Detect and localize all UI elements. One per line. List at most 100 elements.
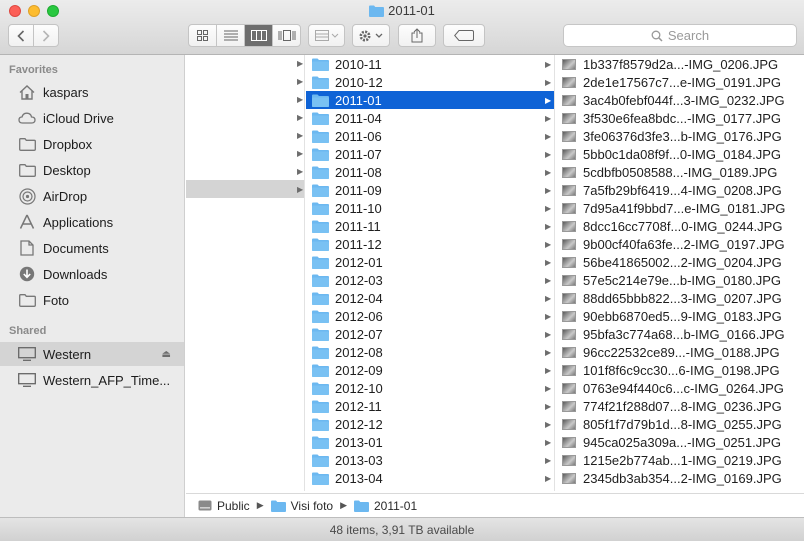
chevron-right-icon [42,29,50,42]
folder-row[interactable]: 2012-12 ▶ [306,415,554,433]
icon-view-button[interactable] [189,25,216,46]
sidebar-item-label: AirDrop [43,188,88,204]
file-row[interactable]: 7a5fb29bf6419...4-IMG_0208.JPG [556,181,804,199]
sidebar-item-kaspars[interactable]: kaspars [0,80,184,104]
status-bar: 48 items, 3,91 TB available [0,517,804,541]
folder-row[interactable]: 2012-04 ▶ [306,289,554,307]
chevron-right-icon: ▶ [545,329,552,339]
path-segment-2011-01[interactable]: 2011-01 [354,499,417,513]
folder-row[interactable]: 2012-08 ▶ [306,343,554,361]
file-row[interactable]: 774f21f288d07...8-IMG_0236.JPG [556,397,804,415]
share-button[interactable] [398,24,436,47]
file-row[interactable]: 3ac4b0febf044f...3-IMG_0232.JPG [556,91,804,109]
file-row[interactable]: 3f530e6fea8bdc...-IMG_0177.JPG [556,109,804,127]
file-row[interactable]: 56be41865002...2-IMG_0204.JPG [556,253,804,271]
folder-row[interactable]: 2011-06 ▶ [306,127,554,145]
sidebar-item-applications[interactable]: Applications [0,210,184,234]
selected-parent-row[interactable] [186,180,304,198]
chevron-right-icon: ▶ [297,149,304,158]
chevron-right-icon: ▶ [545,401,552,411]
file-row[interactable]: 0763e94f440c6...c-IMG_0264.JPG [556,379,804,397]
sidebar-item-label: Western [43,346,92,362]
back-button[interactable] [9,25,33,46]
file-row[interactable]: 3fe06376d3fe3...b-IMG_0176.JPG [556,127,804,145]
chevron-right-icon: ▶ [545,113,552,123]
path-segment-visi-foto[interactable]: Visi foto [270,498,334,513]
file-row[interactable]: 945ca025a309a...-IMG_0251.JPG [556,433,804,451]
file-row[interactable]: 2345db3ab354...2-IMG_0169.JPG [556,469,804,487]
folder-row[interactable]: 2013-03 ▶ [306,451,554,469]
file-row[interactable]: 96cc22532ce89...-IMG_0188.JPG [556,343,804,361]
folder-row[interactable]: 2012-11 ▶ [306,397,554,415]
folder-row[interactable]: 2011-07 ▶ [306,145,554,163]
file-row[interactable]: 1215e2b774ab...1-IMG_0219.JPG [556,451,804,469]
file-row[interactable]: 88dd65bbb822...3-IMG_0207.JPG [556,289,804,307]
sidebar-item-downloads[interactable]: Downloads [0,262,184,286]
chevron-right-icon: ▶ [297,59,304,68]
folder-row[interactable]: 2011-04 ▶ [306,109,554,127]
folder-row[interactable]: 2013-01 ▶ [306,433,554,451]
folder-row[interactable]: 2011-08 ▶ [306,163,554,181]
folder-name: 2012-06 [335,308,383,324]
image-thumbnail-icon [562,58,576,70]
file-row[interactable]: 7d95a41f9bbd7...e-IMG_0181.JPG [556,199,804,217]
folder-name: 2011-08 [335,164,382,180]
sidebar-item-foto[interactable]: Foto [0,288,184,312]
file-row[interactable]: 2de1e17567c7...e-IMG_0191.JPG [556,73,804,91]
folder-row[interactable]: 2010-12 ▶ [306,73,554,91]
list-view-button[interactable] [216,25,244,46]
folder-row[interactable]: 2011-01 ▶ [306,91,554,109]
folder-row[interactable]: 2011-11 ▶ [306,217,554,235]
forward-button[interactable] [33,25,58,46]
image-thumbnail-icon [562,382,576,394]
folder-icon [369,5,385,20]
path-segment-label: Visi foto [290,498,334,513]
sidebar-item-western-afp-time[interactable]: Western_AFP_Time... [0,368,184,392]
column-view-button[interactable] [244,25,272,46]
sidebar-item-desktop[interactable]: Desktop [0,158,184,182]
file-row[interactable]: 5cdbfb0508588...-IMG_0189.JPG [556,163,804,181]
eject-icon[interactable]: ⏏ [162,349,171,360]
file-row[interactable]: 90ebb6870ed5...9-IMG_0183.JPG [556,307,804,325]
file-row[interactable]: 1b337f8579d2a...-IMG_0206.JPG [556,55,804,73]
file-row[interactable]: 101f8f6c9cc30...6-IMG_0198.JPG [556,361,804,379]
tag-button[interactable] [443,24,485,47]
image-thumbnail-icon [562,220,576,232]
chevron-right-icon: ▶ [545,131,552,141]
display-icon [17,371,37,389]
file-row[interactable]: 805f1f7d79b1d...8-IMG_0255.JPG [556,415,804,433]
folder-row[interactable]: 2012-07 ▶ [306,325,554,343]
sidebar-item-dropbox[interactable]: Dropbox [0,132,184,156]
folder-row[interactable]: 2012-10 ▶ [306,379,554,397]
folder-list: 2010-11 ▶ 2010-12 ▶ 2011-01 ▶ 2011-04 ▶ 2011-06 ▶… [306,55,554,487]
chevron-right-icon: ▶ [545,383,552,393]
folder-row[interactable]: 2012-06 ▶ [306,307,554,325]
sidebar-item-western[interactable]: Western ⏏ [0,342,184,366]
folder-icon [312,310,329,323]
file-row[interactable]: 95bfa3c774a68...b-IMG_0166.JPG [556,325,804,343]
folder-row[interactable]: 2011-10 ▶ [306,199,554,217]
folder-row[interactable]: 2012-01 ▶ [306,253,554,271]
sidebar-item-airdrop[interactable]: AirDrop [0,184,184,208]
file-row[interactable]: 5bb0c1da08f9f...0-IMG_0184.JPG [556,145,804,163]
folder-row[interactable]: 2013-04 ▶ [306,469,554,487]
folder-row[interactable]: 2011-09 ▶ [306,181,554,199]
chevron-right-icon: ▶ [545,419,552,429]
file-row[interactable]: 8dcc16cc7708f...0-IMG_0244.JPG [556,217,804,235]
action-button[interactable] [352,24,390,47]
chevron-right-icon: ▶ [545,365,552,375]
path-bar: Public ▶ Visi foto ▶ 2011-01 [186,493,804,517]
search-field[interactable]: Search [563,24,797,47]
cover-flow-view-button[interactable] [272,25,300,46]
file-row[interactable]: 57e5c214e79e...b-IMG_0180.JPG [556,271,804,289]
folder-row[interactable]: 2012-03 ▶ [306,271,554,289]
arrange-button[interactable] [308,24,345,47]
sidebar-item-documents[interactable]: Documents [0,236,184,260]
folder-row[interactable]: 2012-09 ▶ [306,361,554,379]
path-segment-public[interactable]: Public [198,499,250,513]
file-name: 3f530e6fea8bdc...-IMG_0177.JPG [583,110,782,126]
folder-row[interactable]: 2011-12 ▶ [306,235,554,253]
file-row[interactable]: 9b00cf40fa63fe...2-IMG_0197.JPG [556,235,804,253]
folder-row[interactable]: 2010-11 ▶ [306,55,554,73]
sidebar-item-icloud-drive[interactable]: iCloud Drive [0,106,184,130]
